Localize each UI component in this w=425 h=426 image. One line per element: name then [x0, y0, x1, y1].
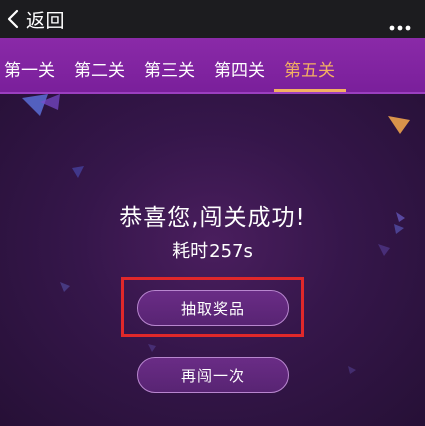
- more-dots-icon: [389, 16, 411, 31]
- chevron-left-icon: [4, 9, 24, 29]
- retry-button[interactable]: 再闯一次: [137, 357, 289, 393]
- back-button[interactable]: 返回: [4, 0, 65, 38]
- page: 返回 第一关 第二关 第三关 第四关 第五关 恭喜您,闯关成功! 耗时257s …: [0, 0, 425, 426]
- tab-level-1[interactable]: 第一关: [4, 56, 55, 81]
- result-panel: 恭喜您,闯关成功! 耗时257s 抽取奖品 再闯一次: [0, 94, 425, 426]
- top-bar: 返回: [0, 0, 425, 38]
- elapsed-time-value: 257s: [209, 241, 253, 262]
- elapsed-time: 耗时257s: [0, 237, 425, 263]
- elapsed-time-label: 耗时: [172, 241, 209, 262]
- tab-level-5[interactable]: 第五关: [284, 56, 335, 81]
- level-tabs: 第一关 第二关 第三关 第四关 第五关: [0, 38, 425, 94]
- back-label: 返回: [26, 9, 66, 32]
- tab-level-3[interactable]: 第三关: [144, 56, 195, 81]
- success-title: 恭喜您,闯关成功!: [119, 205, 306, 231]
- more-button[interactable]: [385, 0, 415, 38]
- draw-prize-button[interactable]: 抽取奖品: [137, 290, 289, 326]
- tab-level-4[interactable]: 第四关: [214, 56, 265, 81]
- active-tab-indicator: [274, 89, 346, 92]
- tab-level-2[interactable]: 第二关: [74, 56, 125, 81]
